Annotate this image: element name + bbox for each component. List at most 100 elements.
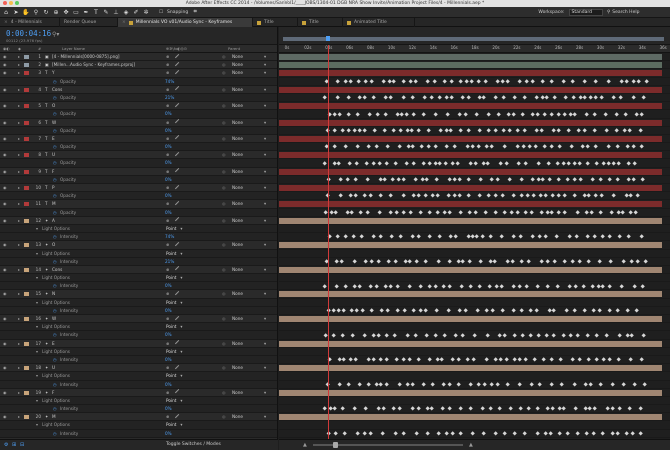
keyframe[interactable] xyxy=(332,144,338,150)
keyframe[interactable] xyxy=(605,144,611,150)
keyframe[interactable] xyxy=(396,382,402,387)
keyframe[interactable] xyxy=(458,431,464,437)
keyframe[interactable] xyxy=(477,128,482,134)
keyframe[interactable] xyxy=(543,193,549,199)
expand-twirl-icon[interactable]: ▸ xyxy=(18,413,20,421)
rotate-tool-icon[interactable]: ↻ xyxy=(43,9,49,16)
keyframe[interactable] xyxy=(456,357,462,363)
keyframe[interactable] xyxy=(555,210,561,215)
keyframe[interactable] xyxy=(584,431,590,437)
keyframe[interactable] xyxy=(439,357,444,363)
keyframe[interactable] xyxy=(528,308,534,314)
layer-name[interactable]: F xyxy=(52,389,162,397)
keyframe[interactable] xyxy=(587,95,593,101)
property-value[interactable]: 0% xyxy=(165,159,172,167)
keyframe[interactable] xyxy=(427,210,432,215)
layer-row[interactable]: ◉ ▸ 1 ▣ [4 - Millennials[0000-0875].png] ⊕ ◎ No… xyxy=(0,53,277,62)
keyframe[interactable] xyxy=(337,111,342,117)
keyframe[interactable] xyxy=(490,308,496,314)
quality-switch-icon[interactable] xyxy=(174,86,183,94)
keyframe[interactable] xyxy=(564,308,570,314)
keyframe[interactable] xyxy=(334,283,340,289)
property-row[interactable]: ◷ Intensity 0% xyxy=(0,331,277,340)
parent-pickwhip-icon[interactable]: ◎ xyxy=(222,389,226,397)
visibility-eye-icon[interactable]: ◉ xyxy=(3,241,7,249)
layer-duration-bar[interactable] xyxy=(279,316,662,322)
keyframe[interactable] xyxy=(348,79,353,84)
keyframe[interactable] xyxy=(641,332,646,338)
keyframe[interactable] xyxy=(417,308,423,314)
label-color-swatch[interactable] xyxy=(24,243,29,248)
keyframe[interactable] xyxy=(618,79,624,84)
parent-pickwhip-icon[interactable]: ◎ xyxy=(222,119,226,127)
property-row[interactable]: ◷ Opacity 74% xyxy=(0,77,277,86)
keyframe[interactable] xyxy=(384,357,389,363)
keyframe[interactable] xyxy=(594,332,599,338)
keyframe[interactable] xyxy=(362,332,367,338)
keyframe[interactable] xyxy=(382,95,388,101)
stopwatch-icon[interactable]: ◷ xyxy=(53,127,57,135)
keyframe[interactable] xyxy=(322,161,328,166)
keyframe[interactable] xyxy=(401,210,406,215)
keyframe[interactable] xyxy=(639,357,645,363)
keyframe[interactable] xyxy=(522,357,528,363)
quality-switch-icon[interactable] xyxy=(174,315,183,323)
keyframe[interactable] xyxy=(395,283,401,289)
keyframe[interactable] xyxy=(619,283,625,289)
keyframe[interactable] xyxy=(635,193,641,199)
property-value[interactable]: 21% xyxy=(165,94,174,102)
keyframe[interactable] xyxy=(493,128,499,134)
keyframe[interactable] xyxy=(511,111,517,117)
keyframe[interactable] xyxy=(424,332,430,338)
keyframe[interactable] xyxy=(388,95,394,101)
keyframe[interactable] xyxy=(644,79,649,84)
parent-select[interactable]: None xyxy=(232,61,266,69)
parent-pickwhip-icon[interactable]: ◎ xyxy=(222,315,226,323)
keyframe[interactable] xyxy=(528,382,534,387)
visibility-eye-icon[interactable]: ◉ xyxy=(3,53,7,61)
shy-switch-icon[interactable]: ⊕ xyxy=(166,413,169,421)
keyframe[interactable] xyxy=(371,234,377,240)
keyframe[interactable] xyxy=(543,234,548,240)
property-row[interactable]: ▾ Light Options Point xyxy=(0,347,277,356)
keyframe[interactable] xyxy=(331,332,337,338)
keyframe[interactable] xyxy=(362,259,368,265)
layer-duration-bar[interactable] xyxy=(279,152,662,159)
property-value[interactable]: 0% xyxy=(165,143,172,151)
keyframe[interactable] xyxy=(337,382,342,387)
keyframe[interactable] xyxy=(429,95,435,101)
keyframe[interactable] xyxy=(444,144,449,150)
keyframe[interactable] xyxy=(575,210,581,215)
keyframe[interactable] xyxy=(423,308,429,314)
keyframe[interactable] xyxy=(372,128,378,134)
keyframe[interactable] xyxy=(598,177,604,183)
visibility-eye-icon[interactable]: ◉ xyxy=(3,184,7,192)
keyframe[interactable] xyxy=(362,128,368,134)
light-type-select[interactable]: Point xyxy=(166,421,183,429)
keyframe[interactable] xyxy=(523,210,528,215)
keyframe[interactable] xyxy=(360,308,365,314)
keyframe[interactable] xyxy=(446,382,452,387)
keyframe[interactable] xyxy=(545,406,551,412)
keyframe[interactable] xyxy=(562,193,568,199)
keyframe[interactable] xyxy=(539,128,544,134)
layer-duration-bar[interactable] xyxy=(279,86,662,93)
keyframe[interactable] xyxy=(353,357,359,363)
keyframe[interactable] xyxy=(614,128,620,134)
shy-switch-icon[interactable]: ⊕ xyxy=(166,119,169,127)
keyframe[interactable] xyxy=(449,79,455,84)
keyframe[interactable] xyxy=(493,193,499,199)
property-row[interactable]: ◷ Opacity 0% xyxy=(0,175,277,184)
layer-duration-bar[interactable] xyxy=(279,201,662,208)
shy-switch-icon[interactable]: ⊕ xyxy=(166,102,169,110)
tab-audio-sync-keyframes[interactable]: × Millennials VO v01/Audio Sync - Keyfram… xyxy=(118,18,253,27)
layer-row[interactable]: ◉ ▸ 2 ▣ [Millen...Audio Sync - Keyframes.prp… xyxy=(0,61,277,70)
keyframe[interactable] xyxy=(638,128,644,134)
keyframe[interactable] xyxy=(404,161,409,166)
keyframe[interactable] xyxy=(511,308,517,314)
comp-flowchart-icon[interactable]: ⚙ xyxy=(4,442,8,448)
keyframe[interactable] xyxy=(525,193,531,199)
keyframe[interactable] xyxy=(562,111,568,117)
keyframe[interactable] xyxy=(599,95,605,101)
keyframe[interactable] xyxy=(609,210,614,215)
